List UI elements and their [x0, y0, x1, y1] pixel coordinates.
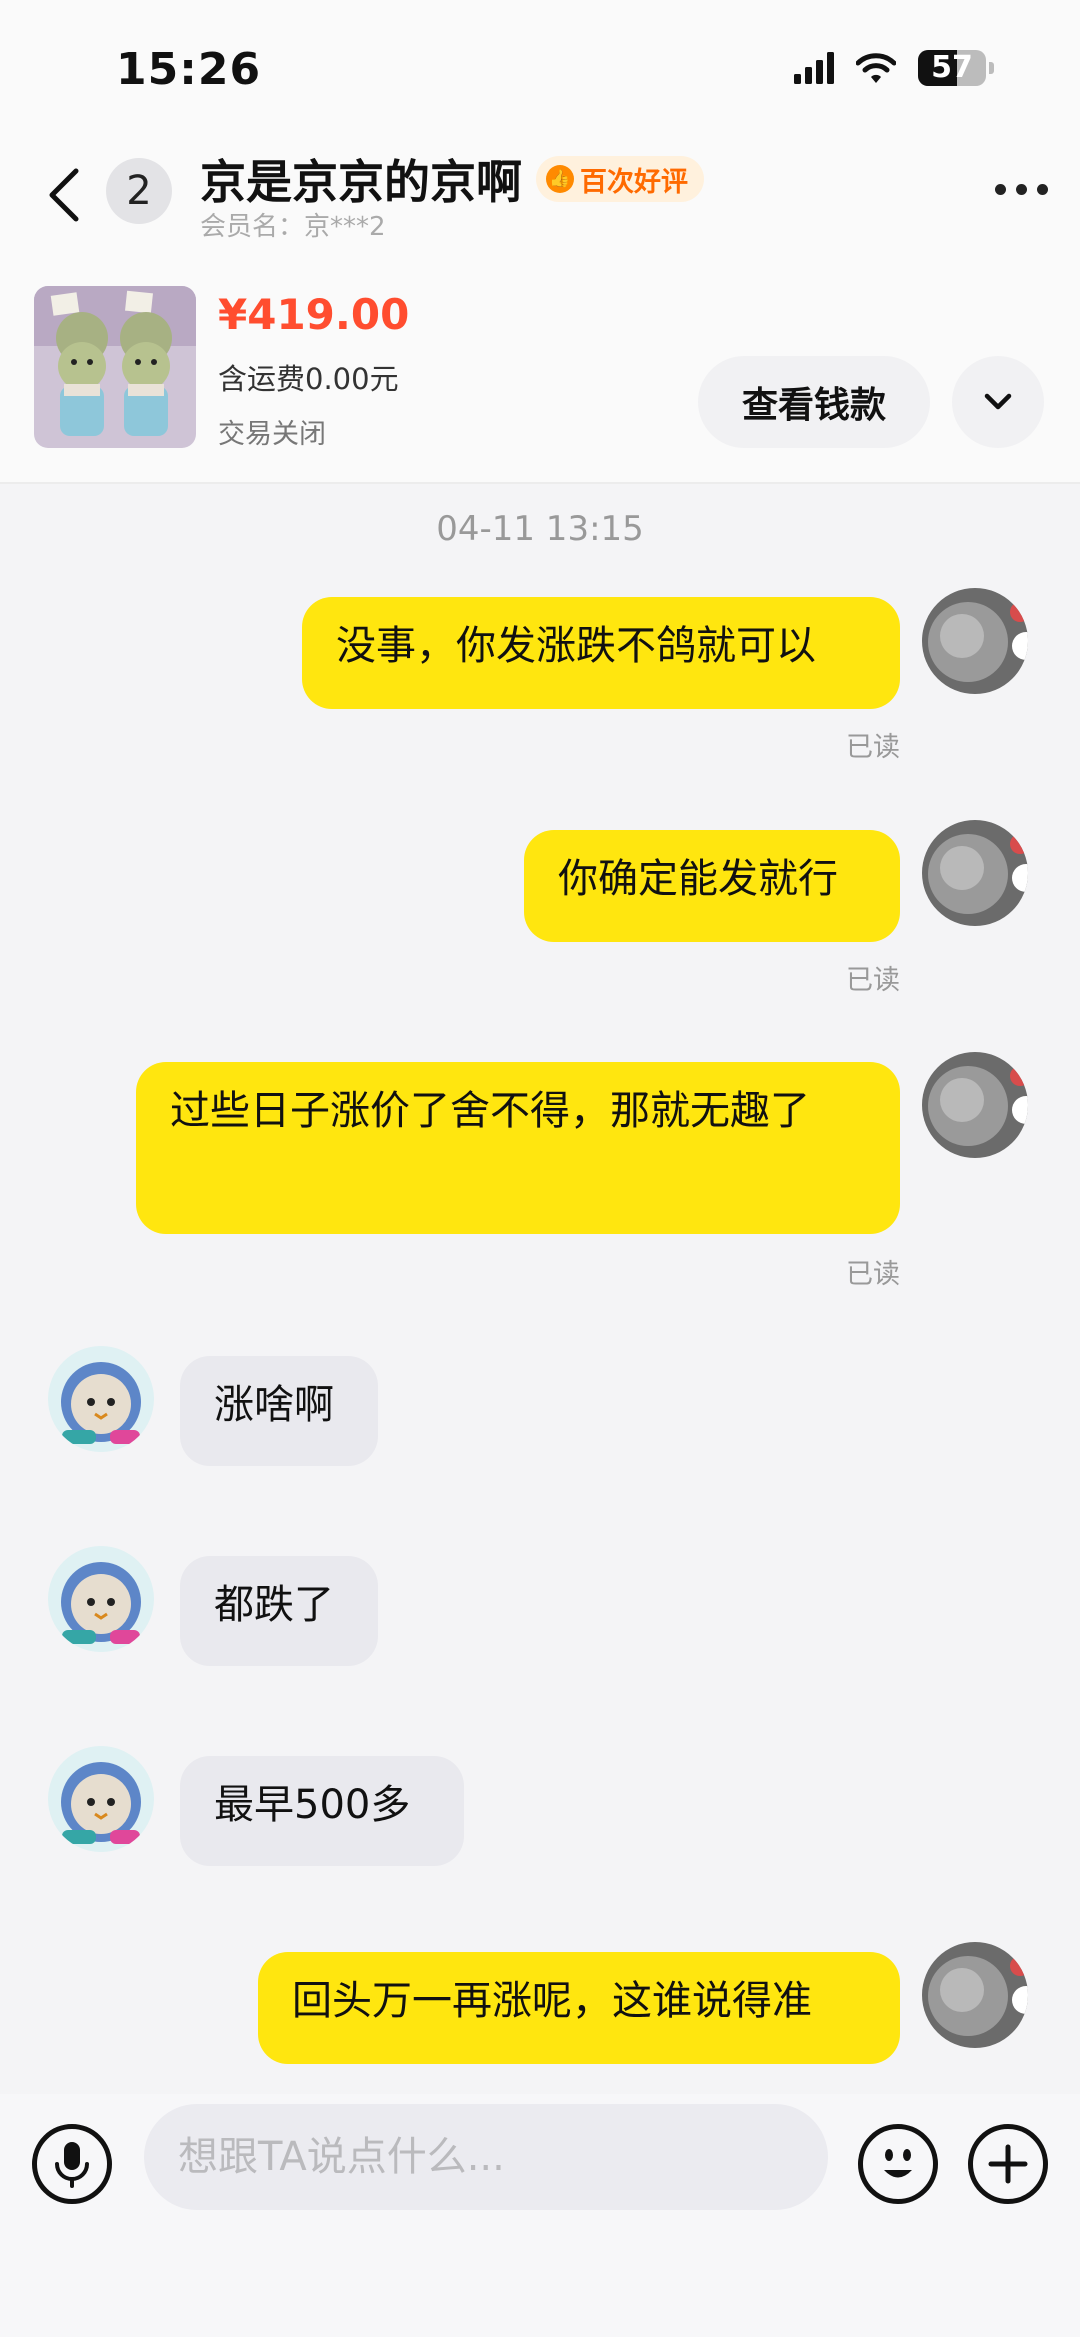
- chat-header: 2 京是京京的京啊 👍 百次好评 会员名：京***2: [0, 140, 1080, 270]
- battery-level: 57: [931, 50, 973, 85]
- avatar-image: [922, 1052, 1028, 1158]
- title-line: 京是京京的京啊 👍 百次好评: [200, 146, 704, 212]
- my-message-bubble[interactable]: 你确定能发就行: [524, 830, 900, 942]
- more-dot-icon: [1037, 184, 1048, 195]
- my-avatar[interactable]: [922, 820, 1028, 926]
- my-avatar[interactable]: [922, 1942, 1028, 2048]
- status-icons: 57: [794, 50, 994, 86]
- view-payment-button[interactable]: 查看钱款: [698, 356, 930, 448]
- member-name: 会员名：京***2: [200, 212, 386, 242]
- back-button[interactable]: [46, 160, 90, 230]
- emoji-icon: [884, 2149, 912, 2178]
- my-avatar[interactable]: [922, 1052, 1028, 1158]
- wifi-icon: [856, 53, 896, 83]
- cat-avatar-image: [48, 1546, 154, 1652]
- praise-badge[interactable]: 👍 百次好评: [536, 156, 704, 202]
- more-dot-icon: [995, 184, 1006, 195]
- microphone-icon: [55, 2142, 89, 2188]
- message-input[interactable]: [144, 2104, 828, 2210]
- my-message-bubble[interactable]: 过些日子涨价了舍不得，那就无趣了: [136, 1062, 900, 1234]
- contact-avatar[interactable]: [48, 1746, 154, 1852]
- contact-avatar[interactable]: [48, 1346, 154, 1452]
- cat-avatar-image: [48, 1346, 154, 1452]
- voice-button[interactable]: [32, 2124, 112, 2204]
- read-receipt: 已读: [846, 1259, 900, 1290]
- my-message-bubble[interactable]: 回头万一再涨呢，这谁说得准: [258, 1952, 900, 2064]
- status-bar: 15:26 57: [0, 0, 1080, 140]
- expand-button[interactable]: [952, 356, 1044, 448]
- product-price: ¥419.00: [218, 290, 410, 339]
- chat-area[interactable]: 04-11 13:15 没事，你发涨跌不鸽就可以 已读 你确定能发就行 已读 过…: [0, 484, 1080, 2094]
- chevron-left-icon: [49, 168, 79, 222]
- chevron-down-icon: [984, 393, 1012, 410]
- avatar-image: [922, 820, 1028, 926]
- shipping-fee: 含运费0.00元: [218, 362, 399, 396]
- cat-avatar-image: [48, 1746, 154, 1852]
- avatar-image: [922, 1942, 1028, 2048]
- more-dot-icon: [1016, 184, 1027, 195]
- message-timestamp: 04-11 13:15: [436, 509, 644, 549]
- read-receipt: 已读: [846, 965, 900, 996]
- battery-tip: [989, 62, 994, 74]
- more-options-button[interactable]: [995, 184, 1048, 195]
- plush-dolls-image: [34, 286, 196, 448]
- avatar-image: [922, 588, 1028, 694]
- product-thumbnail[interactable]: [34, 286, 196, 448]
- contact-name[interactable]: 京是京京的京啊: [200, 146, 522, 212]
- emoji-button[interactable]: [858, 2124, 938, 2204]
- trade-status: 交易关闭: [218, 419, 326, 450]
- contact-message-bubble[interactable]: 都跌了: [180, 1556, 378, 1666]
- contact-avatar[interactable]: [48, 1546, 154, 1652]
- status-time: 15:26: [116, 44, 262, 95]
- thumbs-up-icon: 👍: [546, 165, 574, 193]
- signal-icon: [794, 52, 834, 84]
- input-bar: [0, 2094, 1080, 2337]
- contact-message-bubble[interactable]: 涨啥啊: [180, 1356, 378, 1466]
- read-receipt: 已读: [846, 732, 900, 763]
- contact-message-bubble[interactable]: 最早500多: [180, 1756, 464, 1866]
- battery-icon: 57: [918, 50, 986, 86]
- praise-badge-label: 百次好评: [580, 166, 688, 198]
- plus-icon: [988, 2144, 1028, 2184]
- unread-count-badge[interactable]: 2: [106, 158, 172, 224]
- product-card[interactable]: ¥419.00 含运费0.00元 交易关闭 查看钱款: [0, 270, 1080, 484]
- my-message-bubble[interactable]: 没事，你发涨跌不鸽就可以: [302, 597, 900, 709]
- add-button[interactable]: [968, 2124, 1048, 2204]
- my-avatar[interactable]: [922, 588, 1028, 694]
